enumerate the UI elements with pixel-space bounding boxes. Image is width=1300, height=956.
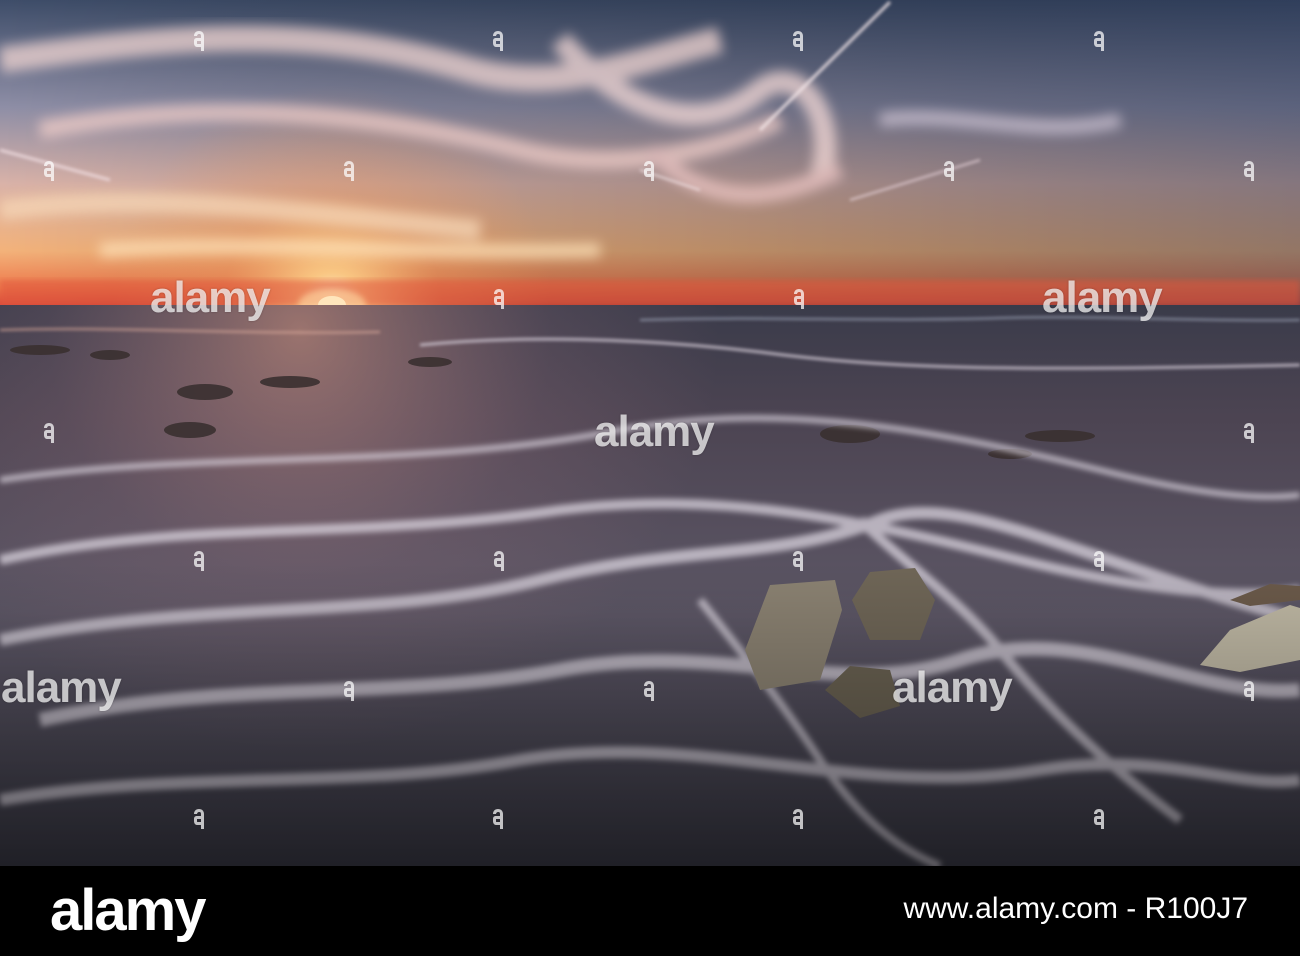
footer-bar: alamy www.alamy.com - R100J7 (0, 866, 1300, 956)
stock-photo: alamy alamy alamy alamy alamy (0, 0, 1300, 866)
vignette (0, 0, 1300, 866)
alamy-logo: alamy (50, 878, 206, 943)
sunset-seascape (0, 0, 1300, 866)
image-reference: www.alamy.com - R100J7 (903, 892, 1248, 925)
